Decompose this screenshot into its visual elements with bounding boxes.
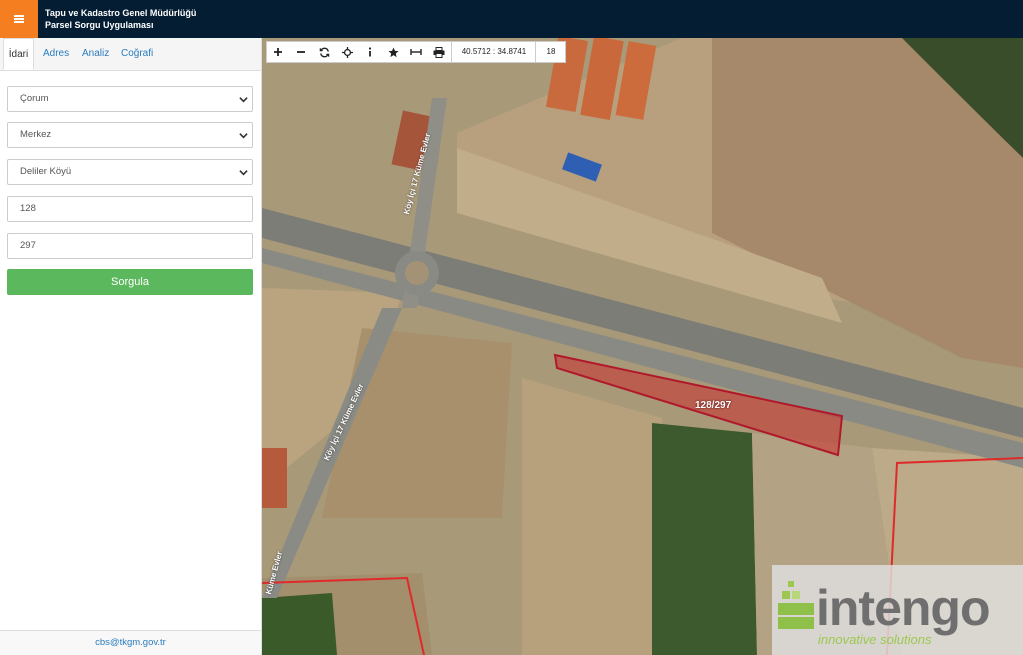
neighborhood-value: Deliler Köyü — [20, 166, 72, 177]
app-title-line2: Parsel Sorgu Uygulaması — [45, 20, 154, 30]
chevron-down-icon — [239, 133, 248, 139]
menu-button[interactable] — [0, 0, 38, 38]
hamburger-icon — [14, 15, 24, 23]
district-select[interactable]: Merkez — [7, 122, 253, 148]
measure-button[interactable] — [405, 42, 427, 62]
info-icon — [368, 47, 372, 57]
favorite-button[interactable] — [382, 42, 404, 62]
app-header: Tapu ve Kadastro Genel Müdürlüğü Parsel … — [0, 0, 1023, 38]
district-value: Merkez — [20, 129, 52, 140]
intengo-logo-icon — [778, 581, 814, 629]
parcel-label: 128/297 — [695, 400, 732, 411]
map-toolbar: 40.5712 : 34.8741 18 — [266, 41, 566, 63]
info-button[interactable] — [359, 42, 381, 62]
watermark-tagline: innovative solutions — [818, 632, 932, 647]
province-value: Çorum — [20, 93, 49, 104]
neighborhood-select[interactable]: Deliler Köyü — [7, 159, 253, 185]
chevron-down-icon — [239, 97, 248, 103]
refresh-button[interactable] — [313, 42, 335, 62]
sidebar-tabs: İdari Adres Analiz Coğrafi — [0, 38, 261, 71]
refresh-icon — [319, 47, 329, 57]
tab-idari[interactable]: İdari — [3, 38, 34, 70]
chevron-down-icon — [239, 170, 248, 176]
star-icon — [387, 46, 399, 57]
zoom-level: 18 — [535, 42, 566, 62]
zoom-out-button[interactable] — [290, 42, 312, 62]
crosshair-icon — [341, 46, 353, 58]
coordinate-readout: 40.5712 : 34.8741 — [451, 42, 536, 62]
province-select[interactable]: Çorum — [7, 86, 253, 112]
tab-cografi[interactable]: Coğrafi — [121, 38, 153, 70]
block-input[interactable]: 128 — [7, 196, 253, 222]
query-button[interactable]: Sorgula — [7, 269, 253, 295]
tab-adres[interactable]: Adres — [43, 38, 69, 70]
print-button[interactable] — [428, 42, 450, 62]
app-title-line1: Tapu ve Kadastro Genel Müdürlüğü — [45, 8, 197, 18]
locate-button[interactable] — [336, 42, 358, 62]
satellite-imagery — [262, 38, 1023, 655]
measure-icon — [410, 49, 422, 55]
map-view[interactable]: Köy İçi 17 Küme Evler Köy İçi 17 Küme Ev… — [262, 38, 1023, 655]
sidebar: İdari Adres Analiz Coğrafi Çorum Merkez … — [0, 38, 262, 655]
watermark-brand: intengo — [816, 580, 991, 636]
print-icon — [433, 46, 445, 58]
zoom-in-button[interactable] — [267, 42, 289, 62]
parcel-input[interactable]: 297 — [7, 233, 253, 259]
tab-analiz[interactable]: Analiz — [82, 38, 109, 70]
minus-icon — [297, 51, 305, 53]
app-title: Tapu ve Kadastro Genel Müdürlüğü Parsel … — [45, 7, 196, 31]
plus-icon — [274, 48, 282, 56]
footer-email-link[interactable]: cbs@tkgm.gov.tr — [0, 630, 261, 655]
intengo-watermark: intengo innovative solutions — [772, 565, 1023, 655]
